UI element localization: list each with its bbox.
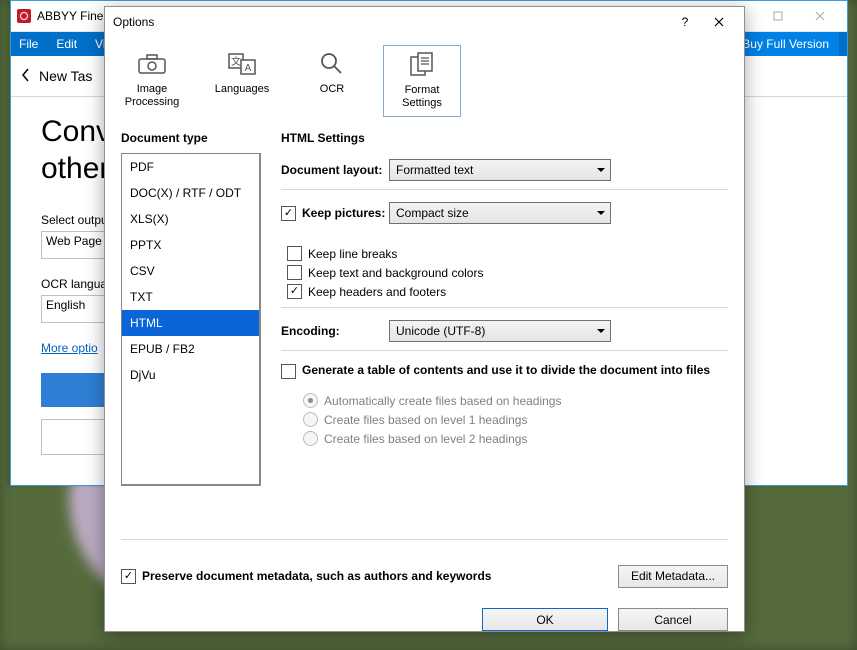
camera-icon (136, 51, 168, 77)
preserve-metadata-label: Preserve document metadata, such as auth… (142, 569, 491, 583)
tab-label: Languages (215, 83, 269, 96)
output-format-value: Web Page ( (46, 234, 109, 248)
dialog-help-button[interactable]: ? (668, 9, 702, 35)
abbyy-logo-icon (17, 9, 31, 23)
keep-pictures-label: Keep pictures: (302, 206, 385, 220)
document-type-list[interactable]: PDFDOC(X) / RTF / ODTXLS(X)PPTXCSVTXTHTM… (121, 153, 261, 486)
magnifier-icon (316, 51, 348, 77)
toc-level1-label: Create files based on level 1 headings (324, 413, 527, 427)
toc-auto-radio[interactable] (303, 393, 318, 408)
document-type-item[interactable]: XLS(X) (122, 206, 259, 232)
edit-metadata-button[interactable]: Edit Metadata... (618, 565, 728, 588)
keep-line-breaks-label: Keep line breaks (308, 247, 397, 261)
toc-level2-radio[interactable] (303, 431, 318, 446)
keep-headers-checkbox[interactable] (287, 284, 302, 299)
tab-label: Format Settings (402, 84, 442, 109)
dialog-titlebar: Options ? (105, 7, 744, 37)
languages-icon: 文A (226, 51, 258, 77)
dialog-close-button[interactable] (702, 9, 736, 35)
tab-format-settings[interactable]: Format Settings (383, 45, 461, 117)
encoding-select[interactable]: Unicode (UTF-8) (389, 320, 611, 342)
document-type-item[interactable]: CSV (122, 258, 259, 284)
buy-full-version-button[interactable]: Buy Full Version (731, 32, 839, 56)
options-dialog: Options ? Image Processing 文A Languages (104, 6, 745, 632)
keep-colors-label: Keep text and background colors (308, 266, 483, 280)
document-layout-select[interactable]: Formatted text (389, 159, 611, 181)
more-options-link[interactable]: More optio (41, 341, 98, 355)
document-layout-label: Document layout: (281, 163, 389, 177)
toc-level2-label: Create files based on level 2 headings (324, 432, 527, 446)
back-icon[interactable] (21, 68, 31, 85)
cancel-button[interactable]: Cancel (618, 608, 728, 631)
ok-button[interactable]: OK (482, 608, 608, 631)
toc-level1-radio[interactable] (303, 412, 318, 427)
svg-text:文: 文 (231, 55, 241, 68)
document-type-item[interactable]: DjVu (122, 362, 259, 388)
documents-icon (406, 52, 438, 78)
settings-heading: HTML Settings (281, 131, 728, 145)
menu-edit[interactable]: Edit (56, 37, 77, 51)
keep-line-breaks-checkbox[interactable] (287, 246, 302, 261)
keep-headers-label: Keep headers and footers (308, 285, 446, 299)
generate-toc-checkbox[interactable] (281, 364, 296, 379)
encoding-value: Unicode (UTF-8) (396, 324, 485, 338)
document-type-item[interactable]: HTML (122, 310, 259, 336)
keep-pictures-checkbox[interactable] (281, 206, 296, 221)
encoding-label: Encoding: (281, 324, 389, 338)
tab-label: OCR (320, 83, 344, 96)
document-type-item[interactable]: EPUB / FB2 (122, 336, 259, 362)
keep-pictures-value: Compact size (396, 206, 469, 220)
dialog-tabs: Image Processing 文A Languages OCR Format… (105, 37, 744, 123)
document-type-item[interactable]: DOC(X) / RTF / ODT (122, 180, 259, 206)
task-breadcrumb[interactable]: New Tas (39, 68, 92, 84)
document-layout-value: Formatted text (396, 163, 473, 177)
preserve-metadata-checkbox[interactable] (121, 569, 136, 584)
maximize-button[interactable] (757, 2, 799, 30)
close-button[interactable] (799, 2, 841, 30)
generate-toc-label: Generate a table of contents and use it … (302, 363, 710, 377)
document-type-item[interactable]: PDF (122, 154, 259, 180)
tab-languages[interactable]: 文A Languages (203, 45, 281, 117)
keep-colors-checkbox[interactable] (287, 265, 302, 280)
document-type-heading: Document type (121, 131, 261, 145)
toc-auto-label: Automatically create files based on head… (324, 394, 561, 408)
dialog-title: Options (113, 15, 668, 29)
menu-file[interactable]: File (19, 37, 38, 51)
document-type-item[interactable]: TXT (122, 284, 259, 310)
ocr-language-value: English (46, 298, 85, 312)
tab-image-processing[interactable]: Image Processing (113, 45, 191, 117)
keep-pictures-select[interactable]: Compact size (389, 202, 611, 224)
tab-ocr[interactable]: OCR (293, 45, 371, 117)
document-type-item[interactable]: PPTX (122, 232, 259, 258)
tab-label: Image Processing (125, 83, 179, 108)
svg-text:A: A (245, 63, 252, 74)
